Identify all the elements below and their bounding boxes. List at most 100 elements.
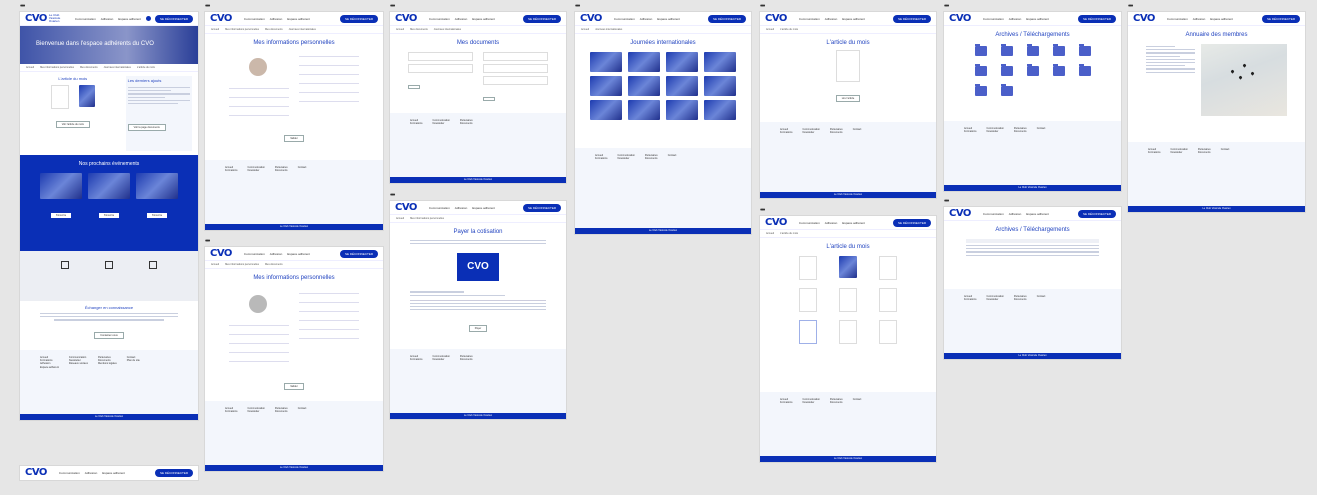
list-item[interactable]	[1146, 58, 1195, 60]
nav-adhesion[interactable]: Adhésion	[85, 471, 98, 475]
subnav-article[interactable]: L'article du mois	[780, 28, 798, 31]
subnav-accueil[interactable]: Accueil	[581, 28, 589, 31]
nav-espace[interactable]: Espace adhérent	[657, 17, 680, 21]
field-9[interactable]	[299, 316, 359, 321]
list-item[interactable]	[1146, 46, 1176, 48]
subnav-infos[interactable]: Mes informations personnelles	[410, 217, 444, 220]
nav-espace[interactable]: Espace adhérent	[842, 221, 865, 225]
journee-card[interactable]	[666, 52, 698, 72]
logo[interactable]: CVO	[210, 13, 232, 24]
logo[interactable]: CVO	[1133, 13, 1155, 24]
nav-communication[interactable]: Communication	[799, 17, 820, 21]
user-icon[interactable]	[145, 16, 151, 21]
field-3[interactable]	[229, 339, 289, 344]
journee-card[interactable]	[628, 100, 660, 120]
table-row[interactable]	[966, 254, 1099, 256]
article-item[interactable]	[879, 288, 897, 312]
save-button[interactable]: Valider	[284, 383, 304, 390]
list-item[interactable]	[1146, 65, 1186, 67]
list-item[interactable]	[1146, 49, 1195, 51]
logout-button[interactable]: SE DÉCONNECTER	[1077, 14, 1116, 23]
nav-adhesion[interactable]: Adhésion	[640, 17, 653, 21]
document-row[interactable]	[483, 52, 548, 61]
field-1[interactable]	[229, 321, 289, 326]
journee-card[interactable]	[628, 52, 660, 72]
subnav-accueil[interactable]: Accueil	[211, 263, 219, 266]
avatar[interactable]	[249, 58, 267, 76]
article-item[interactable]	[839, 256, 857, 278]
folder-icon[interactable]	[974, 64, 987, 76]
journee-card[interactable]	[704, 100, 736, 120]
nav-adhesion[interactable]: Adhésion	[825, 221, 838, 225]
subnav-documents[interactable]: Mes documents	[80, 66, 98, 69]
nav-adhesion[interactable]: Adhésion	[1009, 17, 1022, 21]
event-card-1[interactable]: S'inscrire	[40, 173, 82, 221]
nav-adhesion[interactable]: Adhésion	[455, 206, 468, 210]
logo[interactable]: CVO Le Club Vésicule Ovarien	[25, 13, 63, 24]
nav-communication[interactable]: Communication	[59, 471, 80, 475]
contact-button[interactable]: Contactez-nous	[94, 331, 124, 339]
nav-espace[interactable]: Espace adhérent	[1026, 212, 1049, 216]
document-row[interactable]	[483, 64, 548, 73]
field-6[interactable]	[299, 61, 359, 66]
article-cover[interactable]	[78, 85, 95, 107]
logo[interactable]: CVO	[765, 217, 787, 228]
subnav-article[interactable]: L'article du mois	[780, 232, 798, 235]
article-thumbnail[interactable]	[836, 50, 860, 82]
table-row[interactable]	[966, 251, 1099, 253]
journee-card[interactable]	[590, 52, 622, 72]
subnav-journees[interactable]: Journées internationales	[434, 28, 461, 31]
avatar[interactable]	[249, 295, 267, 313]
logout-button[interactable]: SE DÉCONNECTER	[522, 203, 561, 212]
logout-button[interactable]: SE DÉCONNECTER	[892, 218, 931, 227]
folder-icon[interactable]	[1000, 64, 1013, 76]
nav-adhesion[interactable]: Adhésion	[1193, 17, 1206, 21]
field-9[interactable]	[299, 88, 359, 93]
subnav-infos[interactable]: Mes informations personnelles	[40, 66, 74, 69]
document-row[interactable]	[408, 64, 473, 73]
documents-page-button[interactable]: Voir la page documents	[127, 124, 166, 132]
field-1[interactable]	[229, 84, 289, 89]
field-2[interactable]	[229, 330, 289, 335]
document-row[interactable]	[408, 52, 473, 61]
field-7[interactable]	[299, 298, 359, 303]
frame-menu-icon[interactable]: •••	[205, 3, 210, 10]
logo[interactable]: CVO	[210, 248, 232, 259]
subnav-article[interactable]: L'article du mois	[137, 66, 155, 69]
event-card-3[interactable]: S'inscrire	[136, 173, 178, 221]
subnav-journees[interactable]: Journées internationales	[289, 28, 316, 31]
logout-button[interactable]: SE DÉCONNECTER	[339, 14, 378, 23]
nav-adhesion[interactable]: Adhésion	[1009, 212, 1022, 216]
field-2[interactable]	[229, 93, 289, 98]
logo[interactable]: CVO	[765, 13, 787, 24]
logout-button[interactable]: SE DÉCONNECTER	[1261, 14, 1300, 23]
nav-communication[interactable]: Communication	[983, 17, 1004, 21]
document-row[interactable]	[483, 76, 548, 85]
pay-button[interactable]: Payer	[468, 325, 488, 333]
subnav-accueil[interactable]: Accueil	[211, 28, 219, 31]
subnav-accueil[interactable]: Accueil	[396, 28, 404, 31]
article-button[interactable]: Voir l'article du mois	[55, 121, 90, 128]
subnav-accueil[interactable]: Accueil	[766, 232, 774, 235]
logo[interactable]: CVO	[949, 208, 971, 219]
logout-button[interactable]: SE DÉCONNECTER	[522, 14, 561, 23]
logout-button[interactable]: SE DÉCONNECTER	[154, 468, 193, 477]
subnav-journees[interactable]: Journées internationales	[595, 28, 622, 31]
logout-button[interactable]: SE DÉCONNECTER	[154, 14, 193, 23]
field-8[interactable]	[299, 307, 359, 312]
nav-adhesion[interactable]: Adhésion	[270, 17, 283, 21]
field-5[interactable]	[229, 357, 289, 362]
article-item[interactable]	[879, 320, 897, 344]
logout-button[interactable]: SE DÉCONNECTER	[892, 14, 931, 23]
map-pin-icon[interactable]	[1242, 63, 1247, 68]
field-5[interactable]	[299, 52, 359, 57]
table-row[interactable]	[966, 245, 1099, 247]
article-item[interactable]	[799, 320, 817, 344]
nav-espace[interactable]: Espace adhérent	[118, 17, 141, 21]
folder-icon[interactable]	[974, 44, 987, 56]
frame-menu-icon[interactable]: •••	[390, 3, 395, 10]
nav-espace[interactable]: Espace adhérent	[102, 471, 125, 475]
members-map[interactable]	[1201, 44, 1287, 116]
folder-icon[interactable]	[1026, 44, 1039, 56]
nav-espace[interactable]: Espace adhérent	[287, 252, 310, 256]
